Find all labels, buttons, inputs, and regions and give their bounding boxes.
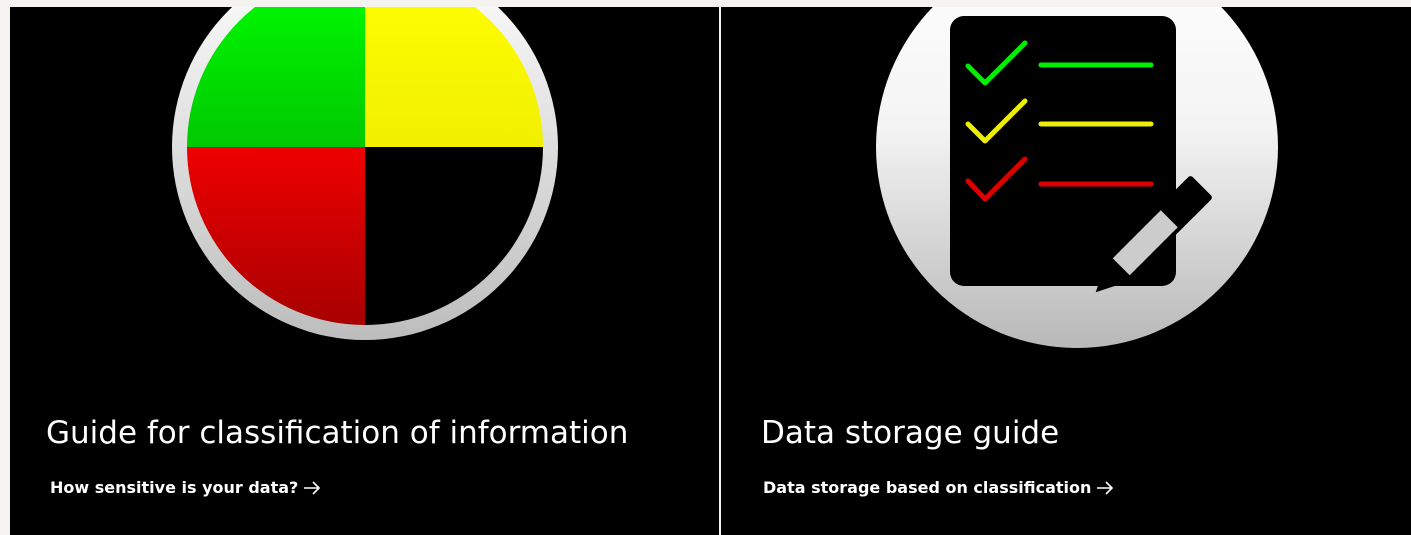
arrow-right-icon <box>1097 480 1114 495</box>
card-link-label: How sensitive is your data? <box>50 478 299 497</box>
card-link-label: Data storage based on classification <box>763 478 1092 497</box>
card-link[interactable]: How sensitive is your data? <box>50 478 321 497</box>
classification-guide-card[interactable]: Guide for classification of information … <box>10 7 719 535</box>
classification-quadrant-icon <box>172 7 558 340</box>
card-grid: Guide for classification of information … <box>0 0 1411 535</box>
checklist-pencil-icon <box>876 7 1278 348</box>
data-storage-guide-card[interactable]: Data storage guide Data storage based on… <box>721 7 1411 535</box>
card-title: Data storage guide <box>761 415 1060 451</box>
card-title: Guide for classification of information <box>46 415 629 451</box>
card-link[interactable]: Data storage based on classification <box>763 478 1114 497</box>
arrow-right-icon <box>304 480 321 495</box>
